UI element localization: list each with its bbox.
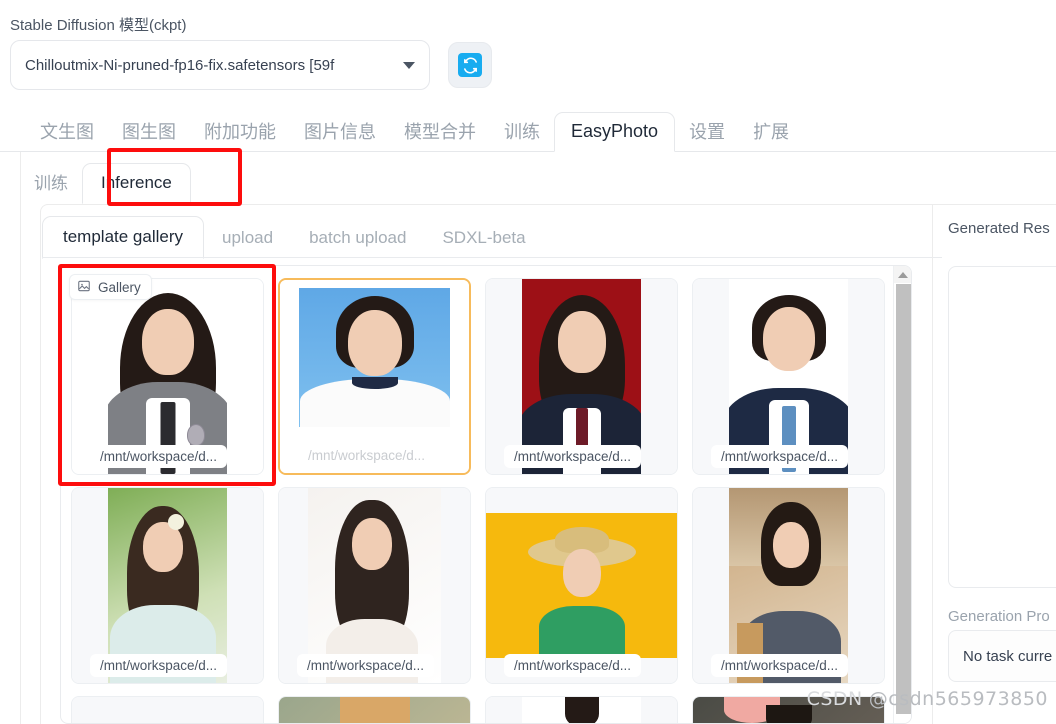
tab-template-gallery[interactable]: template gallery	[42, 216, 205, 259]
tab-extras[interactable]: 附加功能	[190, 117, 290, 152]
chevron-down-icon	[403, 61, 415, 69]
gallery-scrollbar[interactable]	[893, 266, 911, 723]
easyphoto-subtab-bar: 训练 Inference	[20, 154, 191, 204]
gallery-item[interactable]	[278, 696, 471, 723]
scroll-up-arrow-icon	[898, 271, 908, 278]
generation-progress-label: Generation Pro	[948, 608, 1050, 625]
gallery-item-caption: /mnt/workspace/d...	[297, 654, 435, 677]
gallery-item-caption: /mnt/workspace/d...	[308, 448, 426, 463]
generation-progress-value: No task curre	[963, 647, 1053, 665]
gallery-item-image	[486, 697, 677, 723]
gallery-item-image	[279, 697, 470, 723]
tab-settings[interactable]: 设置	[675, 117, 739, 152]
gallery-item-caption: /mnt/workspace/d...	[90, 654, 228, 677]
gallery-item[interactable]: /mnt/workspace/d...	[71, 487, 264, 684]
generation-progress-box: No task curre	[948, 630, 1056, 682]
gallery-tab-divider	[42, 257, 942, 258]
gallery-mode-tab-bar: template gallery upload batch upload SDX…	[42, 216, 544, 259]
tab-upload[interactable]: upload	[204, 221, 291, 259]
tab-extensions[interactable]: 扩展	[739, 117, 803, 152]
generated-results-label: Generated Res	[948, 220, 1050, 237]
easyphoto-page: Stable Diffusion 模型(ckpt) Chilloutmix-Ni…	[0, 0, 1056, 724]
tab-checkpoint-merger[interactable]: 模型合并	[390, 117, 490, 152]
gallery-item-caption: /mnt/workspace/d...	[504, 445, 642, 468]
gallery-badge-label: Gallery	[98, 279, 141, 295]
refresh-icon	[458, 53, 482, 77]
tab-batch-upload[interactable]: batch upload	[291, 221, 424, 259]
gallery-item[interactable]	[485, 696, 678, 723]
watermark-user: @csdn565973850	[868, 688, 1048, 710]
refresh-models-button[interactable]	[448, 42, 492, 88]
gallery-item-image	[72, 697, 263, 723]
tab-img2img[interactable]: 图生图	[108, 117, 190, 152]
gallery-item-caption: /mnt/workspace/d...	[90, 445, 228, 468]
tab-txt2img[interactable]: 文生图	[26, 117, 108, 152]
subtab-training[interactable]: 训练	[20, 169, 82, 204]
scrollbar-thumb[interactable]	[896, 284, 911, 714]
gallery-item-caption: /mnt/workspace/d...	[711, 654, 849, 677]
model-label: Stable Diffusion 模型(ckpt)	[10, 17, 187, 34]
gallery-item[interactable]: /mnt/workspace/d...	[485, 278, 678, 475]
watermark: CSDN @csdn565973850	[807, 688, 1048, 710]
gallery-item[interactable]: /mnt/workspace/d...	[71, 278, 264, 475]
scroll-up-button[interactable]	[894, 266, 911, 283]
gallery-item-caption: /mnt/workspace/d...	[504, 654, 642, 677]
gallery-item[interactable]: /mnt/workspace/d...	[278, 278, 471, 475]
model-dropdown-value: Chilloutmix-Ni-pruned-fp16-fix.safetenso…	[25, 56, 335, 74]
gallery-item[interactable]: /mnt/workspace/d...	[485, 487, 678, 684]
tab-sdxl-beta[interactable]: SDXL-beta	[424, 221, 543, 259]
gallery-item[interactable]: /mnt/workspace/d...	[692, 278, 885, 475]
main-tab-bar: 文生图 图生图 附加功能 图片信息 模型合并 训练 EasyPhoto 设置 扩…	[0, 108, 1056, 152]
gallery-item-caption: /mnt/workspace/d...	[711, 445, 849, 468]
gallery-item[interactable]: /mnt/workspace/d...	[278, 487, 471, 684]
tab-png-info[interactable]: 图片信息	[290, 117, 390, 152]
template-gallery: Gallery /mnt/workspace/d... /mnt/workspa…	[60, 265, 912, 724]
gallery-grid: /mnt/workspace/d... /mnt/workspace/d...	[61, 266, 895, 723]
gallery-item[interactable]	[71, 696, 264, 723]
tab-train[interactable]: 训练	[490, 117, 554, 152]
generated-results-box[interactable]	[948, 266, 1056, 588]
model-dropdown[interactable]: Chilloutmix-Ni-pruned-fp16-fix.safetenso…	[10, 40, 430, 90]
gallery-item[interactable]: /mnt/workspace/d...	[692, 487, 885, 684]
image-icon	[77, 279, 91, 296]
subtab-inference[interactable]: Inference	[82, 163, 191, 204]
right-panel-divider	[932, 204, 933, 724]
watermark-brand: CSDN	[806, 688, 863, 710]
tab-easyphoto[interactable]: EasyPhoto	[554, 112, 676, 152]
gallery-badge: Gallery	[69, 274, 152, 300]
